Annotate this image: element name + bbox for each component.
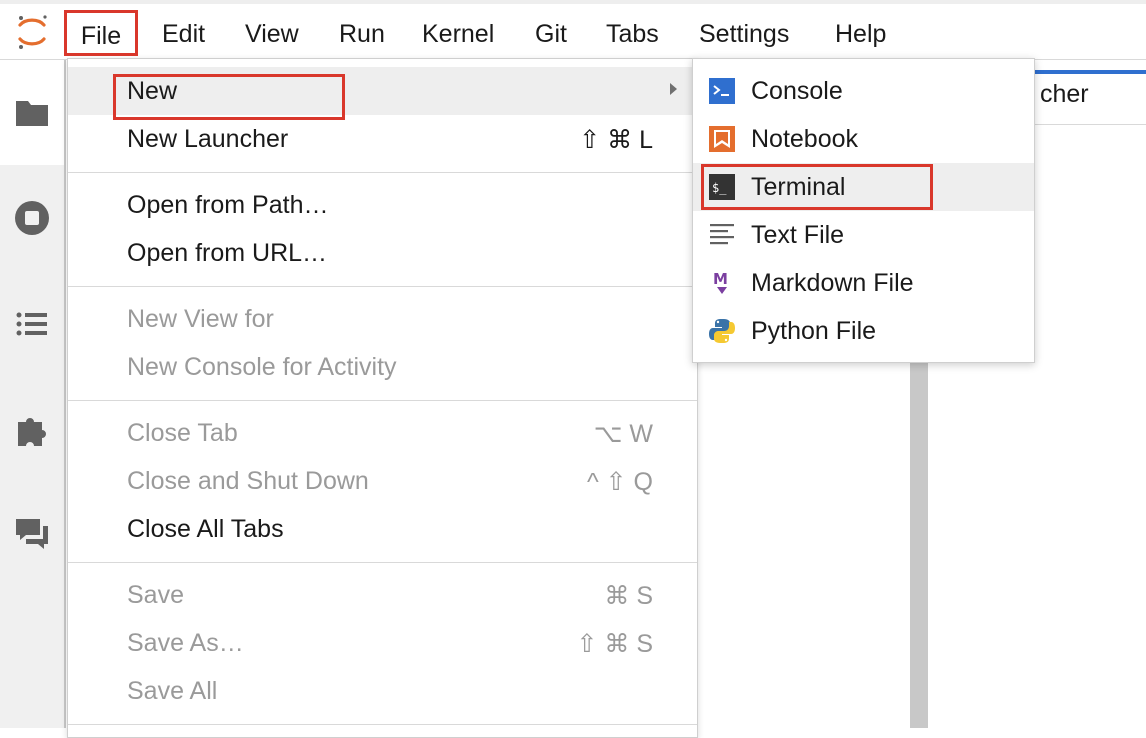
menu-separator bbox=[68, 724, 697, 725]
notebook-label: Notebook bbox=[751, 125, 859, 153]
running-stop-icon[interactable] bbox=[14, 200, 50, 236]
submenu-notebook[interactable]: Notebook bbox=[693, 115, 1034, 163]
save-as-label: Save As… bbox=[127, 629, 244, 657]
menubar: File Edit View Run Kernel Git Tabs Setti… bbox=[0, 0, 1146, 60]
file-menu-open-from-path[interactable]: Open from Path… bbox=[68, 181, 697, 229]
new-launcher-label: New Launcher bbox=[127, 125, 289, 153]
menubar-top-strip bbox=[0, 0, 1146, 4]
file-menu-new-view-for: New View for bbox=[68, 295, 697, 343]
left-sidebar bbox=[0, 60, 66, 728]
new-view-for-label: New View for bbox=[127, 305, 274, 333]
extension-puzzle-icon[interactable] bbox=[14, 412, 50, 448]
save-label: Save bbox=[127, 581, 184, 609]
close-all-tabs-label: Close All Tabs bbox=[127, 515, 284, 543]
file-menu-save-all: Save All bbox=[68, 667, 697, 715]
console-icon bbox=[709, 78, 735, 104]
menu-help[interactable]: Help bbox=[835, 12, 886, 56]
save-all-label: Save All bbox=[127, 677, 218, 705]
terminal-label: Terminal bbox=[751, 173, 846, 201]
save-shortcut: ⌘ S bbox=[604, 582, 653, 610]
file-menu-save-as: Save As… ⇧ ⌘ S bbox=[68, 619, 697, 667]
file-menu-new-launcher[interactable]: New Launcher ⇧ ⌘ L bbox=[68, 115, 697, 163]
text-file-label: Text File bbox=[751, 221, 845, 249]
menu-file[interactable]: File bbox=[64, 10, 138, 56]
panel-divider[interactable] bbox=[910, 362, 928, 728]
terminal-icon: $_ bbox=[709, 174, 735, 200]
menu-separator bbox=[68, 400, 697, 401]
chevron-right-icon bbox=[670, 83, 677, 95]
submenu-python-file[interactable]: Python File bbox=[693, 307, 1034, 355]
file-menu-close-tab: Close Tab ⌥ W bbox=[68, 409, 697, 457]
new-launcher-shortcut: ⇧ ⌘ L bbox=[579, 126, 653, 154]
menu-settings[interactable]: Settings bbox=[699, 12, 789, 56]
new-console-for-activity-label: New Console for Activity bbox=[127, 353, 397, 381]
chat-icon[interactable] bbox=[14, 516, 50, 552]
notebook-icon bbox=[709, 126, 735, 152]
file-menu-close-and-shut-down: Close and Shut Down ^ ⇧ Q bbox=[68, 457, 697, 505]
console-label: Console bbox=[751, 77, 843, 105]
file-menu-new-console-for-activity: New Console for Activity bbox=[68, 343, 697, 391]
menu-edit[interactable]: Edit bbox=[162, 12, 205, 56]
menu-view[interactable]: View bbox=[245, 12, 299, 56]
file-menu-close-all-tabs[interactable]: Close All Tabs bbox=[68, 505, 697, 553]
menu-separator bbox=[68, 172, 697, 173]
markdown-file-label: Markdown File bbox=[751, 269, 914, 297]
close-tab-shortcut: ⌥ W bbox=[593, 420, 653, 448]
text-file-icon bbox=[710, 224, 734, 245]
jupyter-logo-icon[interactable] bbox=[12, 12, 52, 52]
submenu-text-file[interactable]: Text File bbox=[693, 211, 1034, 259]
file-menu: New New Launcher ⇧ ⌘ L Open from Path… O… bbox=[67, 58, 698, 738]
new-submenu: Console Notebook $_ Terminal Text File M bbox=[692, 58, 1035, 363]
file-menu-open-from-url[interactable]: Open from URL… bbox=[68, 229, 697, 277]
close-and-shut-down-shortcut: ^ ⇧ Q bbox=[586, 468, 653, 496]
submenu-terminal[interactable]: $_ Terminal bbox=[693, 163, 1034, 211]
svg-text:M: M bbox=[713, 270, 728, 288]
submenu-markdown-file[interactable]: M Markdown File bbox=[693, 259, 1034, 307]
menu-run[interactable]: Run bbox=[339, 12, 385, 56]
file-menu-new-label: New bbox=[127, 77, 178, 105]
submenu-console[interactable]: Console bbox=[693, 67, 1034, 115]
open-from-url-label: Open from URL… bbox=[127, 239, 328, 267]
file-menu-save: Save ⌘ S bbox=[68, 571, 697, 619]
launcher-tab-label: cher bbox=[1040, 80, 1089, 108]
markdown-icon: M bbox=[713, 270, 728, 294]
close-tab-label: Close Tab bbox=[127, 419, 238, 447]
menu-separator bbox=[68, 286, 697, 287]
file-menu-new[interactable]: New bbox=[68, 67, 697, 120]
python-file-label: Python File bbox=[751, 317, 877, 345]
folder-icon[interactable] bbox=[14, 94, 50, 130]
menu-tabs[interactable]: Tabs bbox=[606, 12, 659, 56]
menu-git[interactable]: Git bbox=[535, 12, 567, 56]
svg-text:$_: $_ bbox=[712, 181, 727, 195]
close-and-shut-down-label: Close and Shut Down bbox=[127, 467, 369, 495]
save-as-shortcut: ⇧ ⌘ S bbox=[576, 630, 653, 658]
open-from-path-label: Open from Path… bbox=[127, 191, 329, 219]
menu-kernel[interactable]: Kernel bbox=[422, 12, 494, 56]
table-of-contents-icon[interactable] bbox=[14, 306, 50, 342]
python-icon bbox=[709, 319, 735, 343]
menu-separator bbox=[68, 562, 697, 563]
launcher-tab-accent bbox=[1030, 70, 1146, 74]
